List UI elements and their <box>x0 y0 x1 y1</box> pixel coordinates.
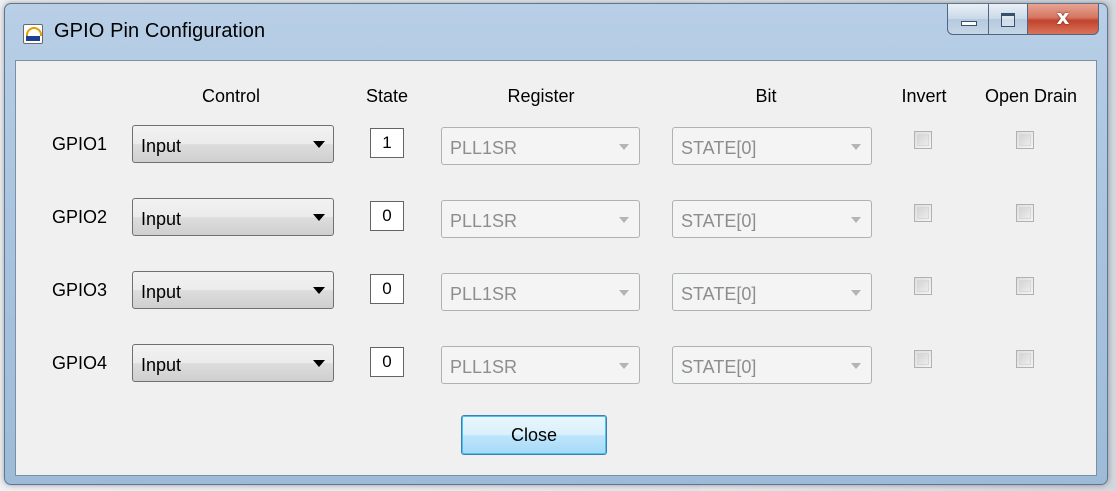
control-value: Input <box>141 282 182 302</box>
minimize-icon <box>961 21 977 26</box>
register-select: PLL1SR <box>441 346 640 384</box>
chevron-down-icon <box>851 144 861 150</box>
chevron-down-icon <box>313 287 325 294</box>
control-value: Input <box>141 355 182 375</box>
bit-value: STATE[0] <box>681 284 757 304</box>
control-value: Input <box>141 136 182 156</box>
register-select: PLL1SR <box>441 200 640 238</box>
invert-checkbox <box>914 131 932 149</box>
minimize-button[interactable] <box>947 4 989 35</box>
control-value: Input <box>141 209 182 229</box>
state-value: 0 <box>370 201 404 231</box>
state-value: 0 <box>370 347 404 377</box>
gpio-label: GPIO2 <box>52 207 108 227</box>
chevron-down-icon <box>619 290 629 296</box>
bit-select: STATE[0] <box>672 200 872 238</box>
title-bar[interactable]: GPIO Pin Configuration x <box>5 4 1107 60</box>
register-value: PLL1SR <box>450 138 518 158</box>
gpio-row-1: GPIO1 Input 1 PLL1SR STATE[0] <box>16 125 1096 165</box>
chevron-down-icon <box>313 214 325 221</box>
invert-checkbox <box>914 277 932 295</box>
header-bit: Bit <box>755 86 777 106</box>
chevron-down-icon <box>851 290 861 296</box>
control-select[interactable]: Input <box>132 198 334 236</box>
chevron-down-icon <box>851 363 861 369</box>
maximize-icon <box>1001 13 1015 27</box>
chevron-down-icon <box>619 217 629 223</box>
header-open-drain: Open Drain <box>984 86 1078 106</box>
register-select: PLL1SR <box>441 273 640 311</box>
chevron-down-icon <box>313 141 325 148</box>
invert-checkbox <box>914 204 932 222</box>
gpio-row-4: GPIO4 Input 0 PLL1SR STATE[0] <box>16 344 1096 384</box>
close-icon: x <box>1056 5 1070 29</box>
gpio-row-3: GPIO3 Input 0 PLL1SR STATE[0] <box>16 271 1096 311</box>
control-select[interactable]: Input <box>132 271 334 309</box>
gpio-label: GPIO3 <box>52 280 108 300</box>
open-drain-checkbox <box>1016 204 1034 222</box>
dialog-body: Control State Register Bit Invert Open D… <box>15 60 1097 476</box>
bit-select: STATE[0] <box>672 346 872 384</box>
state-value: 0 <box>370 274 404 304</box>
chevron-down-icon <box>313 360 325 367</box>
header-register: Register <box>507 86 575 106</box>
app-logo-icon <box>23 24 43 44</box>
register-value: PLL1SR <box>450 357 518 377</box>
chevron-down-icon <box>851 217 861 223</box>
window-title: GPIO Pin Configuration <box>54 20 266 42</box>
gpio-label: GPIO1 <box>52 134 108 154</box>
register-value: PLL1SR <box>450 211 518 231</box>
header-invert: Invert <box>901 86 947 106</box>
chevron-down-icon <box>619 144 629 150</box>
open-drain-checkbox <box>1016 131 1034 149</box>
bit-select: STATE[0] <box>672 127 872 165</box>
gpio-config-window: GPIO Pin Configuration x Control State R… <box>4 3 1108 485</box>
control-select[interactable]: Input <box>132 125 334 163</box>
open-drain-checkbox <box>1016 277 1034 295</box>
invert-checkbox <box>914 350 932 368</box>
bit-value: STATE[0] <box>681 138 757 158</box>
gpio-label: GPIO4 <box>52 353 108 373</box>
caption-buttons: x <box>947 4 1099 35</box>
bit-value: STATE[0] <box>681 357 757 377</box>
header-control: Control <box>201 86 261 106</box>
bit-select: STATE[0] <box>672 273 872 311</box>
chevron-down-icon <box>619 363 629 369</box>
control-select[interactable]: Input <box>132 344 334 382</box>
register-select: PLL1SR <box>441 127 640 165</box>
register-value: PLL1SR <box>450 284 518 304</box>
close-button[interactable]: Close <box>461 415 607 455</box>
bit-value: STATE[0] <box>681 211 757 231</box>
gpio-row-2: GPIO2 Input 0 PLL1SR STATE[0] <box>16 198 1096 238</box>
maximize-button[interactable] <box>989 4 1028 35</box>
open-drain-checkbox <box>1016 350 1034 368</box>
state-value: 1 <box>370 128 404 158</box>
header-state: State <box>365 86 409 106</box>
window-close-button[interactable]: x <box>1028 4 1099 35</box>
